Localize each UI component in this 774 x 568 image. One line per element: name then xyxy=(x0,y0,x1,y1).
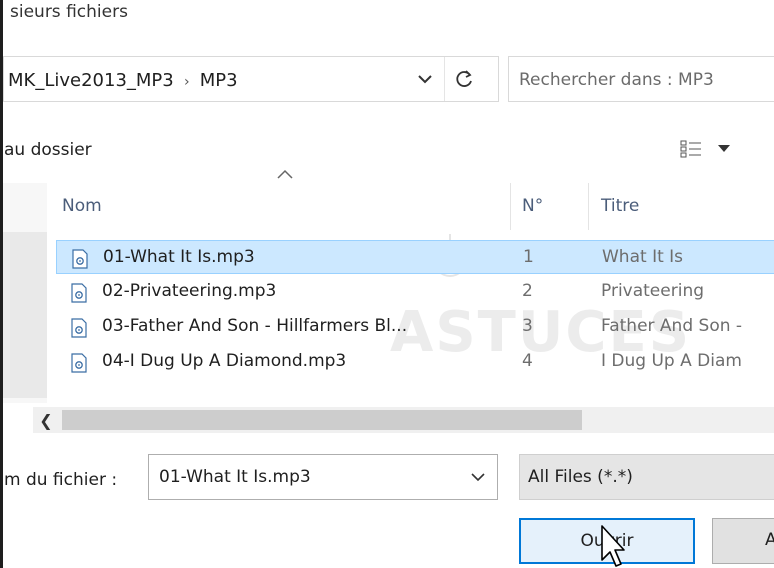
cancel-button[interactable]: A xyxy=(712,518,774,564)
breadcrumb-parent[interactable]: MK_Live2013_MP3 xyxy=(8,70,174,91)
column-header-number[interactable]: N° xyxy=(522,183,582,230)
cancel-button-label: A xyxy=(765,530,774,550)
file-name: 03-Father And Son - Hillfarmers Bl... xyxy=(102,316,408,336)
search-input[interactable]: Rechercher dans : MP3 xyxy=(508,56,774,102)
audio-file-icon xyxy=(71,353,87,373)
file-type-filter[interactable]: All Files (*.*) xyxy=(519,454,774,500)
file-row[interactable]: 04-I Dug Up A Diamond.mp3 4 I Dug Up A D… xyxy=(56,345,774,377)
dialog-title: sieurs fichiers xyxy=(10,2,128,22)
file-number: 1 xyxy=(523,247,534,267)
file-row[interactable]: 02-Privateering.mp3 2 Privateering xyxy=(56,275,774,309)
audio-file-icon xyxy=(72,249,88,269)
file-title: I Dug Up A Diam xyxy=(601,351,742,371)
filename-input[interactable]: 01-What It Is.mp3 xyxy=(148,454,498,500)
file-title: Father And Son - xyxy=(601,316,743,336)
breadcrumb-separator[interactable]: › xyxy=(180,74,194,90)
scroll-left-icon[interactable]: ❮ xyxy=(33,407,59,433)
file-row[interactable]: 01-What It Is.mp3 1 What It Is xyxy=(56,240,774,274)
sort-ascending-icon xyxy=(277,169,293,179)
file-type-value: All Files (*.*) xyxy=(528,467,633,487)
file-row[interactable]: 03-Father And Son - Hillfarmers Bl... 3 … xyxy=(56,310,774,344)
column-header-name[interactable]: Nom xyxy=(62,183,502,230)
file-title: What It Is xyxy=(602,247,684,267)
audio-file-icon xyxy=(71,318,87,338)
chevron-down-icon[interactable] xyxy=(718,145,730,153)
column-separator[interactable] xyxy=(510,183,511,230)
column-header-title[interactable]: Titre xyxy=(601,183,771,230)
refresh-icon[interactable] xyxy=(444,57,485,101)
breadcrumb-current[interactable]: MP3 xyxy=(200,70,238,91)
column-separator[interactable] xyxy=(588,183,589,230)
audio-file-icon xyxy=(71,283,87,303)
filename-value: 01-What It Is.mp3 xyxy=(159,467,311,487)
file-name: 02-Privateering.mp3 xyxy=(102,281,277,301)
search-placeholder: Rechercher dans : MP3 xyxy=(519,70,714,90)
chevron-down-icon[interactable] xyxy=(461,455,495,499)
view-options-icon xyxy=(680,140,701,158)
chevron-down-icon[interactable] xyxy=(408,57,442,101)
file-title: Privateering xyxy=(601,281,705,301)
file-name: 04-I Dug Up A Diamond.mp3 xyxy=(102,351,347,371)
new-folder-button[interactable]: au dossier xyxy=(4,140,92,160)
address-bar[interactable]: MK_Live2013_MP3 › MP3 xyxy=(3,56,499,102)
file-number: 3 xyxy=(522,316,533,336)
file-number: 4 xyxy=(522,351,533,371)
file-number: 2 xyxy=(522,281,533,301)
mouse-cursor-icon xyxy=(601,525,625,567)
file-name: 01-What It Is.mp3 xyxy=(103,247,255,267)
navigation-pane-selection[interactable] xyxy=(3,232,47,398)
filename-label: m du fichier : xyxy=(4,470,118,490)
scrollbar-thumb[interactable] xyxy=(62,410,582,430)
horizontal-scrollbar[interactable]: ❮ xyxy=(33,407,774,433)
view-options-button[interactable] xyxy=(680,132,756,166)
